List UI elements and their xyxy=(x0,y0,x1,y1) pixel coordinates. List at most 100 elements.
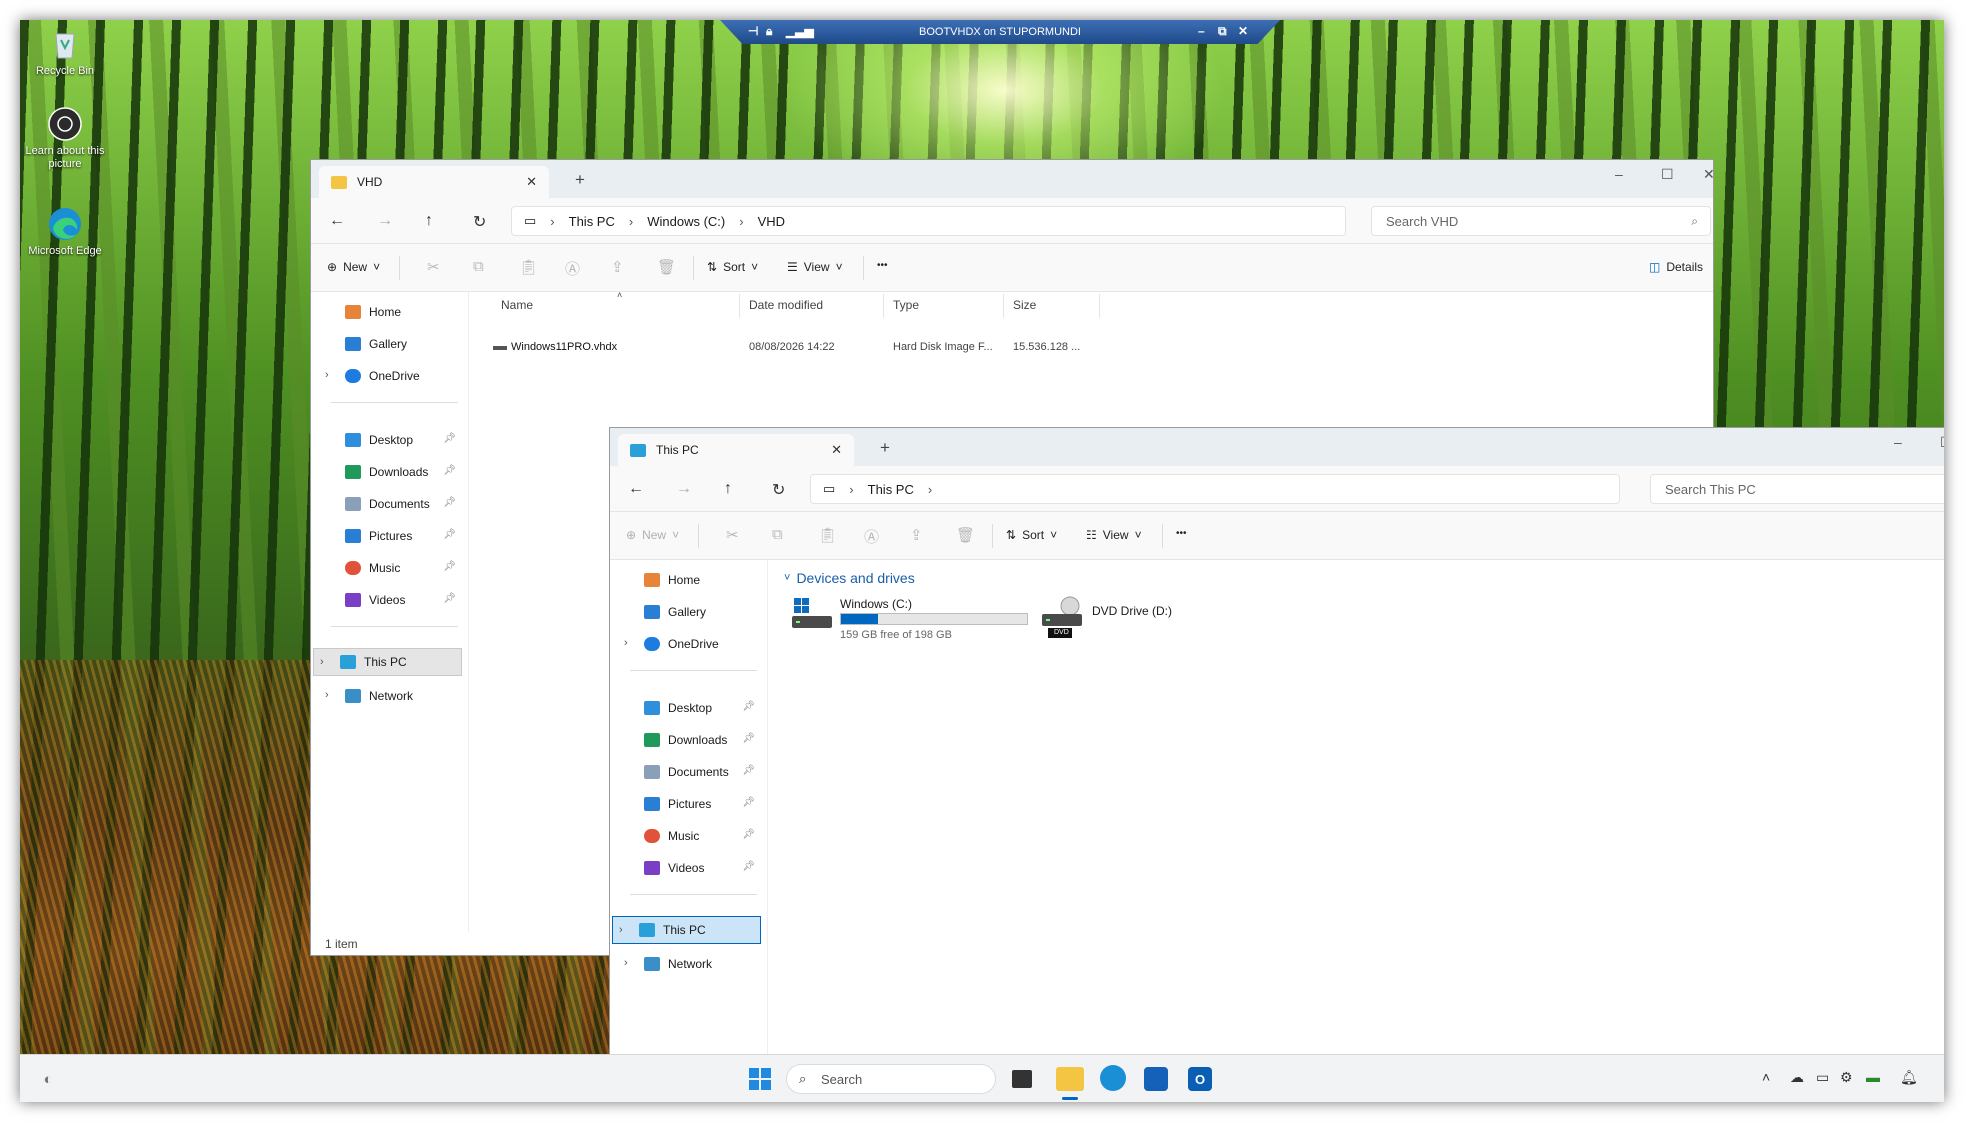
minimize-icon[interactable]: – xyxy=(1615,166,1623,182)
pin-icon[interactable]: 📌︎ xyxy=(443,593,456,604)
pin-icon[interactable]: 📌︎ xyxy=(742,861,755,872)
paste-icon[interactable]: 📋︎ xyxy=(519,258,538,276)
chevron-up-icon[interactable]: ˄ xyxy=(1762,1069,1770,1085)
column-header-name[interactable]: Name xyxy=(501,298,533,312)
sidebar-item-desktop[interactable]: Desktop 📌︎ xyxy=(618,694,761,722)
more-options-button[interactable]: ••• xyxy=(877,260,888,271)
paste-icon[interactable]: 📋︎ xyxy=(818,526,837,544)
pin-icon[interactable]: 📌︎ xyxy=(443,529,456,540)
refresh-icon[interactable]: ↻ xyxy=(772,480,785,500)
pin-icon[interactable]: 📌︎ xyxy=(742,701,755,712)
section-header-devices-and-drives[interactable]: ˅ Devices and drives xyxy=(784,570,915,586)
drive-windows-c[interactable]: Windows (C:) 159 GB free of 198 GB xyxy=(790,596,1030,642)
close-tab-icon[interactable]: ✕ xyxy=(526,174,537,190)
close-window-glyph[interactable]: ✕ xyxy=(1703,166,1713,183)
maximize-icon[interactable]: ☐ xyxy=(1940,434,1944,451)
more-options-button[interactable]: ••• xyxy=(1176,528,1187,539)
pin-icon[interactable]: 📌︎ xyxy=(443,433,456,444)
sidebar-item-onedrive[interactable]: › OneDrive xyxy=(618,630,761,658)
refresh-icon[interactable]: ↻ xyxy=(473,212,486,232)
address-bar[interactable]: ▭ › This PC › xyxy=(810,474,1620,504)
new-button[interactable]: ⊕ New ˅ xyxy=(327,260,380,274)
sidebar-item-videos[interactable]: Videos 📌︎ xyxy=(618,854,761,882)
sidebar-item-documents[interactable]: Documents 📌︎ xyxy=(618,758,761,786)
maximize-icon[interactable]: ☐ xyxy=(1661,166,1674,183)
breadcrumb-windows-c[interactable]: Windows (C:) xyxy=(647,214,725,229)
edge-icon[interactable] xyxy=(1100,1065,1126,1091)
copy-icon[interactable]: ⧉ xyxy=(772,526,783,543)
pin-icon[interactable]: 📌︎ xyxy=(443,497,456,508)
sidebar-item-downloads[interactable]: Downloads 📌︎ xyxy=(618,726,761,754)
breadcrumb-vhd[interactable]: VHD xyxy=(758,214,785,229)
sort-button[interactable]: ⇅ Sort ˅ xyxy=(1006,528,1057,542)
file-explorer-icon[interactable] xyxy=(1056,1067,1084,1091)
up-icon[interactable]: ↑ xyxy=(425,212,433,230)
sidebar-item-home[interactable]: Home xyxy=(319,298,462,326)
sidebar-item-music[interactable]: Music 📌︎ xyxy=(319,554,462,582)
sidebar-item-desktop[interactable]: Desktop 📌︎ xyxy=(319,426,462,454)
close-icon[interactable]: ✕ xyxy=(1238,24,1248,38)
details-button[interactable]: ◫ Details xyxy=(1649,260,1703,274)
address-bar[interactable]: ▭ › This PC › Windows (C:) › VHD xyxy=(511,206,1346,236)
sidebar-item-pictures[interactable]: Pictures 📌︎ xyxy=(319,522,462,550)
delete-icon[interactable]: 🗑︎ xyxy=(657,258,676,276)
back-icon[interactable]: ← xyxy=(329,212,345,230)
new-tab-icon[interactable]: + xyxy=(880,438,890,458)
sort-button[interactable]: ⇅ Sort ˅ xyxy=(707,260,758,274)
notification-bell-icon[interactable]: 🔔︎ xyxy=(1900,1069,1918,1086)
up-icon[interactable]: ↑ xyxy=(724,480,732,498)
store-icon[interactable] xyxy=(1144,1067,1168,1091)
desktop-icon-recycle-bin[interactable]: Recycle Bin xyxy=(24,26,106,78)
minimize-icon[interactable]: – xyxy=(1198,24,1205,38)
sidebar-item-network[interactable]: › Network xyxy=(618,950,761,978)
delete-icon[interactable]: 🗑︎ xyxy=(956,526,975,544)
forward-icon[interactable]: → xyxy=(377,212,393,230)
sidebar-item-pictures[interactable]: Pictures 📌︎ xyxy=(618,790,761,818)
sidebar-item-gallery[interactable]: Gallery xyxy=(319,330,462,358)
cut-icon[interactable]: ✂ xyxy=(726,526,739,544)
sidebar-item-network[interactable]: › Network xyxy=(319,682,462,710)
view-button[interactable]: ☷ View ˅ xyxy=(1086,528,1142,542)
share-icon[interactable]: ⇪ xyxy=(611,258,624,276)
taskbar-search-input[interactable]: ⌕ Search xyxy=(786,1064,996,1094)
cut-icon[interactable]: ✂ xyxy=(427,258,440,276)
forward-icon[interactable]: → xyxy=(676,480,692,498)
task-view-icon[interactable] xyxy=(1012,1070,1032,1088)
sidebar-item-onedrive[interactable]: › OneDrive xyxy=(319,362,462,390)
view-button[interactable]: ☰ View ˅ xyxy=(787,260,843,274)
sidebar-item-home[interactable]: Home xyxy=(618,566,761,594)
column-header-date-modified[interactable]: Date modified xyxy=(749,298,823,312)
pin-icon[interactable]: 📌︎ xyxy=(742,765,755,776)
drive-dvd-d[interactable]: DVD DVD Drive (D:) xyxy=(1040,596,1220,642)
restore-icon[interactable]: ⧉ xyxy=(1218,24,1227,39)
search-input[interactable]: Search VHD ⌕ xyxy=(1371,206,1711,236)
search-input[interactable]: Search This PC xyxy=(1650,474,1944,504)
tab-this-pc[interactable]: This PC ✕ xyxy=(618,434,854,466)
sidebar-item-music[interactable]: Music 📌︎ xyxy=(618,822,761,850)
start-icon[interactable] xyxy=(746,1065,774,1093)
sidebar-item-gallery[interactable]: Gallery xyxy=(618,598,761,626)
share-icon[interactable]: ⇪ xyxy=(910,526,923,544)
breadcrumb-this-pc[interactable]: This PC xyxy=(868,482,914,497)
pin-icon[interactable]: 📌︎ xyxy=(443,561,456,572)
column-header-type[interactable]: Type xyxy=(893,298,919,312)
weather-icon[interactable]: ◐ xyxy=(34,1065,62,1093)
column-header-size[interactable]: Size xyxy=(1013,298,1036,312)
sidebar-item-this-pc[interactable]: › This PC xyxy=(612,916,761,944)
outlook-icon[interactable]: O xyxy=(1188,1067,1212,1091)
pin-icon[interactable]: 📌︎ xyxy=(742,797,755,808)
battery-icon[interactable]: ▬ xyxy=(1866,1069,1880,1085)
table-row[interactable]: Windows11PRO.vhdx 08/08/2026 14:22 Hard … xyxy=(471,341,1111,368)
tab-vhd[interactable]: VHD ✕ xyxy=(319,166,549,198)
desktop-icon-microsoft-edge[interactable]: Microsoft Edge xyxy=(24,206,106,258)
new-button[interactable]: ⊕ New ˅ xyxy=(626,528,679,542)
display-icon[interactable]: ▭ xyxy=(1816,1069,1829,1086)
desktop-icon-learn-about-picture[interactable]: Learn about this picture xyxy=(24,106,106,171)
close-tab-icon[interactable]: ✕ xyxy=(831,442,842,458)
sidebar-item-downloads[interactable]: Downloads 📌︎ xyxy=(319,458,462,486)
rename-icon[interactable]: Ⓐ xyxy=(864,526,879,547)
back-icon[interactable]: ← xyxy=(628,480,644,498)
sidebar-item-this-pc[interactable]: › This PC xyxy=(313,648,462,676)
cloud-offline-icon[interactable]: ☁ xyxy=(1790,1069,1804,1086)
new-tab-icon[interactable]: + xyxy=(575,170,585,190)
